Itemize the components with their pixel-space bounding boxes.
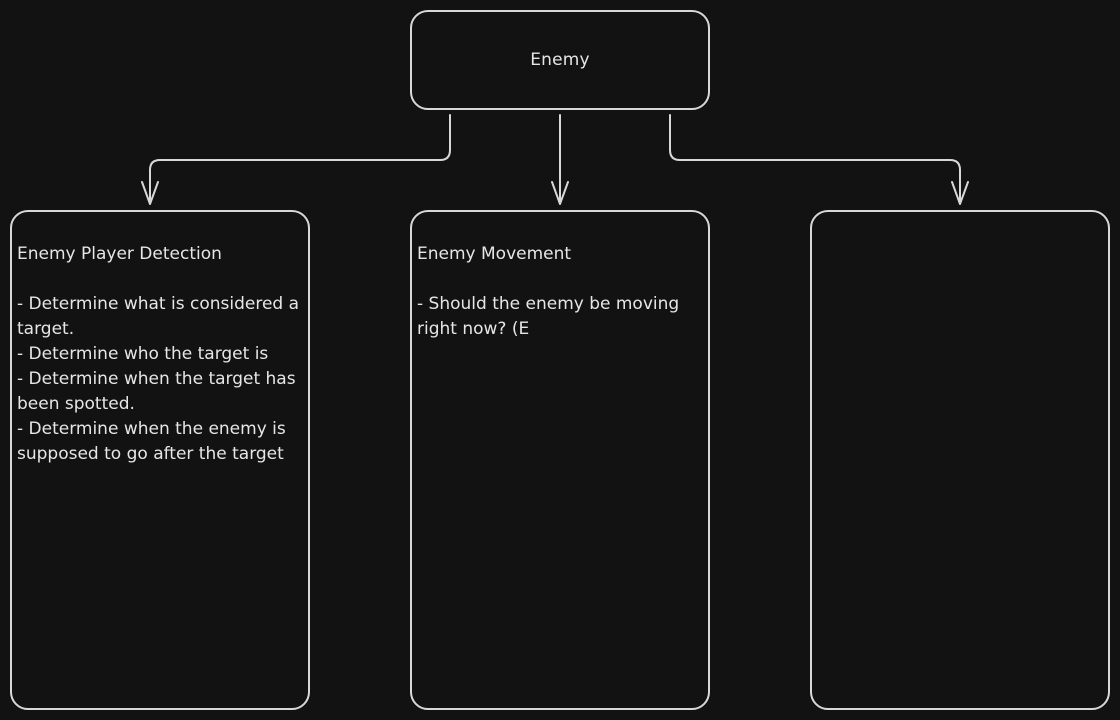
connector-root-to-empty	[669, 114, 961, 203]
child-node-spacer	[17, 267, 303, 292]
arrowhead-detection	[141, 181, 159, 205]
connector-root-to-detection	[149, 114, 451, 203]
child-node-line: - Determine when the enemy is supposed t…	[17, 419, 292, 464]
child-node-box-detection[interactable]: Enemy Player Detection - Determine what …	[10, 210, 310, 710]
child-node-title-movement: Enemy Movement	[417, 244, 572, 264]
child-node-line: - Determine what is considered a target.	[17, 294, 305, 339]
root-node-box[interactable]: Enemy	[410, 10, 710, 110]
child-node-line: - Determine when the target has been spo…	[17, 369, 301, 414]
diagram-canvas: Enemy Enemy Player Detection - Determine…	[0, 0, 1120, 720]
child-node-line: - Should the enemy be moving right now? …	[417, 294, 685, 339]
child-node-title-detection: Enemy Player Detection	[17, 244, 222, 264]
root-node-label: Enemy	[530, 50, 590, 70]
child-node-box-empty[interactable]	[810, 210, 1110, 710]
child-node-box-movement[interactable]: Enemy Movement - Should the enemy be mov…	[410, 210, 710, 710]
child-node-spacer	[417, 267, 703, 292]
arrowhead-movement	[551, 181, 569, 205]
child-node-line: - Determine who the target is	[17, 344, 269, 364]
arrowhead-empty	[951, 181, 969, 205]
